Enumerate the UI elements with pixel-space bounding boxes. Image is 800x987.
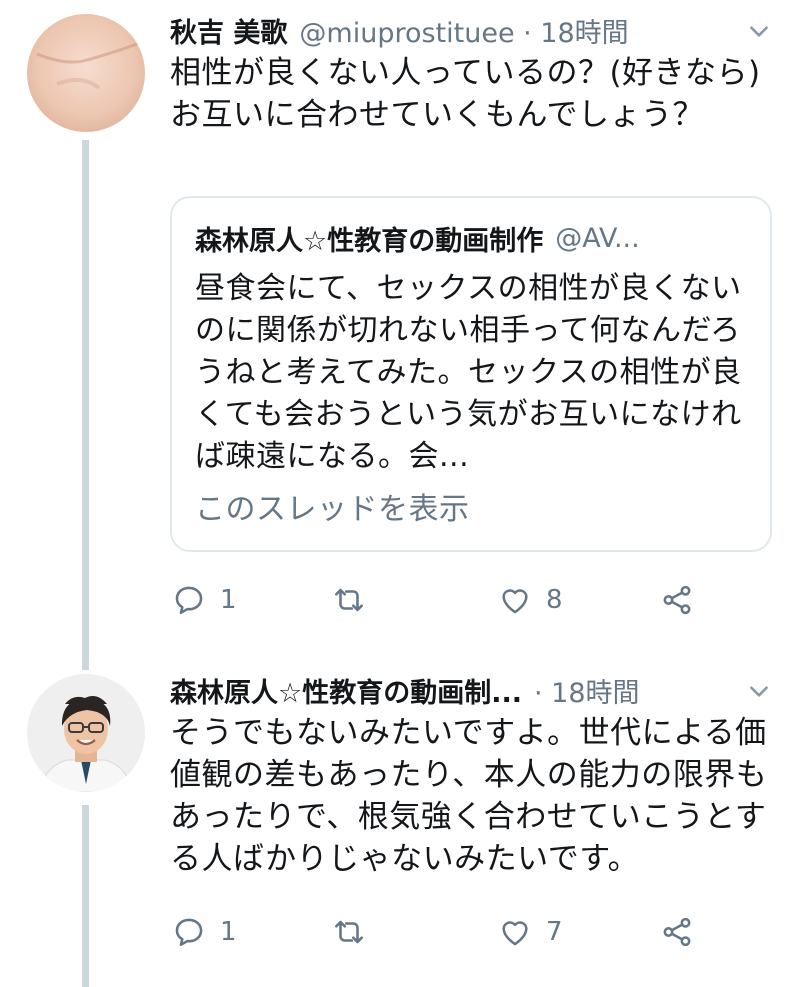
author-handle-time[interactable]: @miuprostituee · 18時間 (299, 11, 628, 50)
reply-icon (175, 918, 203, 947)
share-icon (663, 585, 691, 615)
tweet-header: 森林原人☆性教育の動画制... · 18時間 (170, 670, 640, 710)
author-name[interactable]: 秋吉 美歌 (170, 11, 287, 50)
quoted-tweet-header: 森林原人☆性教育の動画制作 @AV... (195, 218, 755, 258)
retweet-button[interactable] (332, 910, 380, 954)
retweet-icon (334, 588, 364, 612)
reply-button[interactable]: 1 (172, 578, 237, 622)
author-name[interactable]: 森林原人☆性教育の動画制... (170, 671, 522, 710)
share-button[interactable] (660, 910, 694, 954)
heart-icon (502, 921, 528, 946)
quoted-tweet-text: 昼食会にて、セックスの相性が良くないのに関係が切れない相手って何なんだろうねと考… (195, 271, 742, 474)
quoted-author-name: 森林原人☆性教育の動画制作 (195, 225, 544, 257)
retweet-icon (334, 920, 364, 944)
quoted-tweet[interactable]: 森林原人☆性教育の動画制作 @AV... 昼食会にて、セックスの相性が良くないの… (170, 196, 772, 552)
show-thread-link[interactable]: このスレッドを表示 (195, 490, 470, 530)
share-icon (663, 917, 691, 947)
reply-button[interactable]: 1 (172, 910, 237, 954)
tweet-actions: 1 8 (170, 578, 730, 622)
tweet-header: 秋吉 美歌 @miuprostituee · 18時間 (170, 10, 629, 50)
reply-icon (175, 586, 203, 615)
retweet-button[interactable] (332, 578, 380, 622)
thread-line-lower (82, 805, 89, 987)
reply-count: 1 (220, 585, 237, 615)
avatar[interactable] (27, 674, 145, 792)
tweet-actions: 1 7 (170, 910, 730, 954)
chevron-down-icon[interactable] (746, 18, 772, 44)
like-count: 8 (546, 585, 563, 615)
tweet-text: そうでもないみたいですよ。世代による価値観の差もあったり、本人の能力の限界もあっ… (170, 715, 768, 877)
like-count: 7 (546, 917, 563, 947)
like-button[interactable]: 8 (498, 578, 563, 622)
like-button[interactable]: 7 (498, 910, 563, 954)
tweet-time[interactable]: · 18時間 (534, 671, 640, 710)
tweet-text: 相性が良くない人っているの？(好きなら)お互いに合わせていくもんでしょう？ (170, 55, 761, 133)
quoted-author-handle: @AV... (555, 222, 640, 254)
share-button[interactable] (660, 578, 694, 622)
heart-icon (502, 589, 528, 614)
reply-count: 1 (220, 917, 237, 947)
avatar[interactable] (27, 14, 145, 132)
thread-line (82, 140, 89, 670)
chevron-down-icon[interactable] (746, 678, 772, 704)
